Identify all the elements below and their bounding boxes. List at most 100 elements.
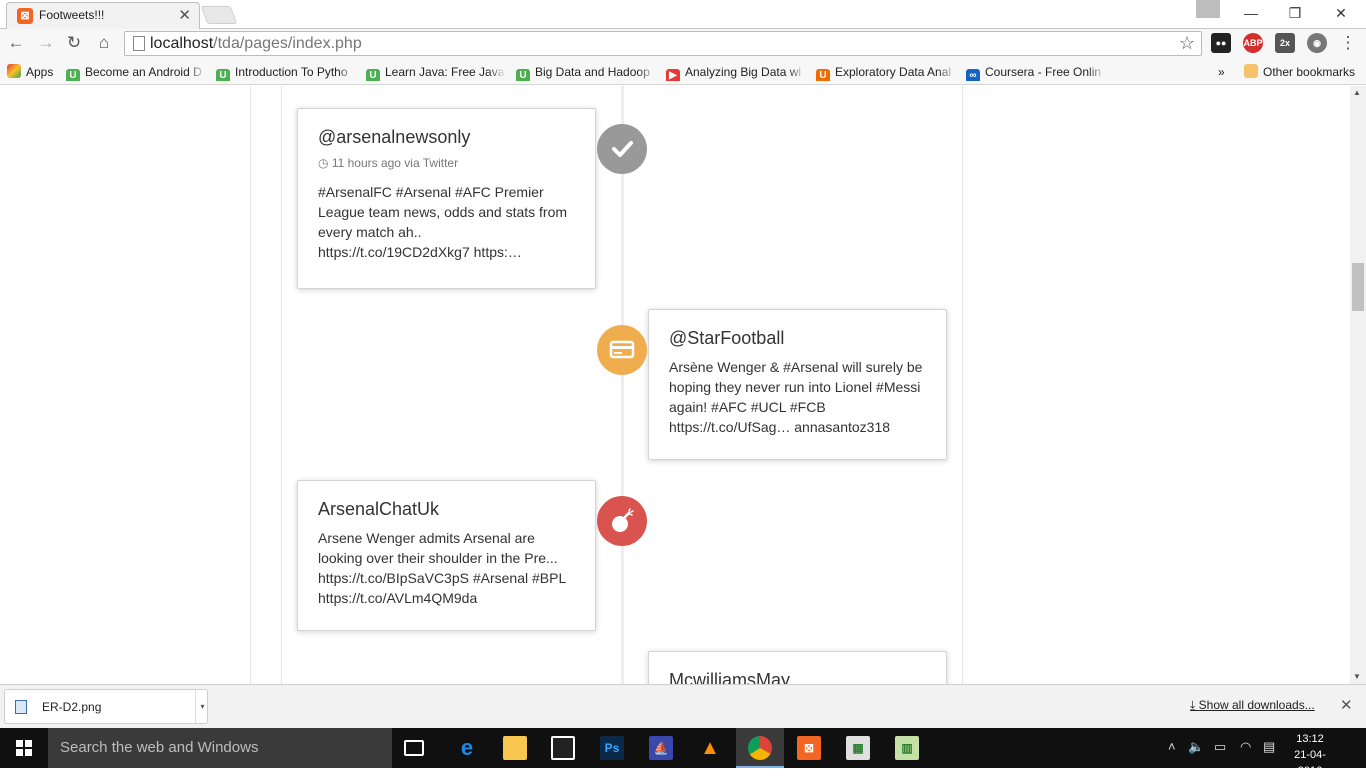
profile-icon[interactable] xyxy=(1196,0,1220,18)
tweet-text: Arsène Wenger & #Arsenal will surely be … xyxy=(669,359,923,435)
adblock-icon[interactable]: ABP xyxy=(1243,33,1263,53)
youtube-icon: ▶ xyxy=(666,69,680,81)
tab-title: Footweets!!! xyxy=(39,8,105,22)
start-button[interactable] xyxy=(0,728,48,768)
credit-card-icon xyxy=(609,340,635,359)
browser-toolbar: ← → ↻ ⌂ localhost/tda/pages/index.php ☆ … xyxy=(0,29,1366,59)
tweet-card: @StarFootball Arsène Wenger & #Arsenal w… xyxy=(648,309,947,460)
apps-label: Apps xyxy=(26,65,54,79)
battery-icon[interactable]: ▭ xyxy=(1214,739,1226,755)
udacity-icon: U xyxy=(66,69,80,81)
photoshop-icon[interactable]: Ps xyxy=(600,736,624,760)
tweet-handle[interactable]: @arsenalnewsonly xyxy=(318,127,575,148)
url-host: localhost xyxy=(150,35,214,52)
scrollbar-thumb[interactable] xyxy=(1352,263,1364,311)
bookmark-label: Big Data and Hadoop xyxy=(535,65,650,79)
back-icon[interactable]: ← xyxy=(6,33,26,53)
forward-icon[interactable]: → xyxy=(36,33,56,53)
home-icon[interactable]: ⌂ xyxy=(94,33,114,53)
tweet-handle[interactable]: ArsenalChatUk xyxy=(318,499,575,520)
timeline-badge xyxy=(597,496,647,546)
address-bar[interactable]: localhost/tda/pages/index.php ☆ xyxy=(124,31,1202,56)
tab-strip: ⊠ Footweets!!! ✕ — ❐ ✕ xyxy=(0,0,1366,29)
tweet-text: #ArsenalFC #Arsenal #AFC Premier League … xyxy=(318,184,568,260)
tweet-handle[interactable]: McwilliamsMay xyxy=(669,670,926,684)
bookmark-label: Analyzing Big Data wi xyxy=(685,65,802,79)
udemy-icon: U xyxy=(816,69,830,81)
system-clock[interactable]: 13:12 21-04-2016 xyxy=(1288,731,1332,779)
menu-icon[interactable]: ⋮ xyxy=(1338,33,1358,53)
check-icon xyxy=(612,141,633,157)
url-path: /tda/pages/index.php xyxy=(213,35,362,52)
divider xyxy=(250,86,251,684)
edge-icon[interactable]: e xyxy=(455,736,479,760)
xampp-icon[interactable]: ⊠ xyxy=(797,736,821,760)
taskbar-search[interactable]: Search the web and Windows xyxy=(48,728,392,768)
udacity-icon: U xyxy=(366,69,380,81)
bookmark-item[interactable]: U Become an Android D xyxy=(66,63,206,81)
tab-close-icon[interactable]: ✕ xyxy=(178,6,191,24)
tray-overflow-icon[interactable]: ˄ xyxy=(1168,739,1176,754)
other-bookmarks[interactable]: Other bookmarks xyxy=(1244,63,1362,81)
bomb-icon xyxy=(612,508,634,532)
vlc-icon[interactable]: ▲ xyxy=(698,736,722,760)
download-file-name: ER-D2.png xyxy=(42,700,102,714)
tweet-card: McwilliamsMay xyxy=(648,651,947,684)
browser-tab[interactable]: ⊠ Footweets!!! ✕ xyxy=(6,2,200,29)
extension-2x-icon[interactable]: 2x xyxy=(1275,33,1295,53)
window-close-icon[interactable]: ✕ xyxy=(1318,0,1364,26)
bookmarks-overflow-icon[interactable]: » xyxy=(1218,63,1232,81)
wifi-icon[interactable]: ◠ xyxy=(1240,739,1251,755)
page-icon xyxy=(133,36,145,51)
bookmark-item[interactable]: U Introduction To Pytho xyxy=(216,63,356,81)
ship-app-icon[interactable]: ⛵ xyxy=(649,736,673,760)
volume-icon[interactable]: 🔈 xyxy=(1188,739,1204,755)
image-file-icon xyxy=(15,700,27,714)
store-icon[interactable] xyxy=(551,736,575,760)
udacity-icon: U xyxy=(516,69,530,81)
extension-globe-icon[interactable]: ◉ xyxy=(1307,33,1327,53)
spreadsheet-icon[interactable]: ▦ xyxy=(846,736,870,760)
folder-icon xyxy=(1244,64,1258,78)
download-menu-icon[interactable]: ▾ xyxy=(195,690,209,723)
chrome-icon[interactable] xyxy=(748,736,772,760)
tweet-handle[interactable]: @StarFootball xyxy=(669,328,926,349)
scroll-down-icon[interactable]: ▼ xyxy=(1353,672,1361,681)
download-item[interactable]: ER-D2.png ▾ xyxy=(4,689,208,724)
bookmark-item[interactable]: U Exploratory Data Anal xyxy=(816,63,956,81)
extension-icon[interactable]: ●● xyxy=(1211,33,1231,53)
other-bookmarks-label: Other bookmarks xyxy=(1263,65,1356,79)
reload-icon[interactable]: ↻ xyxy=(64,33,84,53)
udacity-icon: U xyxy=(216,69,230,81)
bookmarks-bar: Apps U Become an Android D U Introduction … xyxy=(0,59,1366,85)
bookmark-star-icon[interactable]: ☆ xyxy=(1179,33,1195,54)
minimize-icon[interactable]: — xyxy=(1228,0,1274,26)
bookmark-item[interactable]: U Big Data and Hadoop xyxy=(516,63,656,81)
apps-bookmark[interactable]: Apps xyxy=(7,63,59,81)
bookmark-item[interactable]: U Learn Java: Free Java F xyxy=(366,63,506,81)
restore-icon[interactable]: ❐ xyxy=(1272,0,1318,26)
download-shelf: ER-D2.png ▾ ⤓ Show all downloads... ✕ xyxy=(0,684,1366,728)
new-tab-button[interactable] xyxy=(200,6,238,24)
scroll-up-icon[interactable]: ▲ xyxy=(1353,88,1361,97)
coursera-icon: ∞ xyxy=(966,69,980,81)
timeline-line xyxy=(621,86,624,684)
windows-logo-icon xyxy=(16,740,32,756)
task-view-icon[interactable] xyxy=(404,740,424,756)
show-all-downloads-link[interactable]: ⤓ Show all downloads... xyxy=(1190,698,1315,713)
page-viewport: @arsenalnewsonly ◷ 11 hours ago via Twit… xyxy=(0,86,1350,684)
tweet-text: Arsene Wenger admits Arsenal are looking… xyxy=(318,530,566,606)
download-icon: ⤓ xyxy=(1190,698,1199,712)
bookmark-item[interactable]: ▶ Analyzing Big Data wi xyxy=(666,63,806,81)
file-explorer-icon[interactable] xyxy=(503,736,527,760)
windows-taskbar: Search the web and Windows e Ps ⛵ ▲ ⊠ ▦ … xyxy=(0,728,1366,777)
page-scrollbar[interactable]: ▲ ▼ xyxy=(1350,86,1366,684)
notification-icon[interactable]: ▤ xyxy=(1263,739,1275,755)
xampp-favicon-icon: ⊠ xyxy=(17,8,33,24)
chart-app-icon[interactable]: ▥ xyxy=(895,736,919,760)
shelf-close-icon[interactable]: ✕ xyxy=(1340,696,1353,714)
tweet-meta: 11 hours ago via Twitter xyxy=(331,156,459,170)
bookmark-item[interactable]: ∞ Coursera - Free Onlin xyxy=(966,63,1106,81)
divider xyxy=(962,86,963,684)
timeline-badge xyxy=(597,124,647,174)
